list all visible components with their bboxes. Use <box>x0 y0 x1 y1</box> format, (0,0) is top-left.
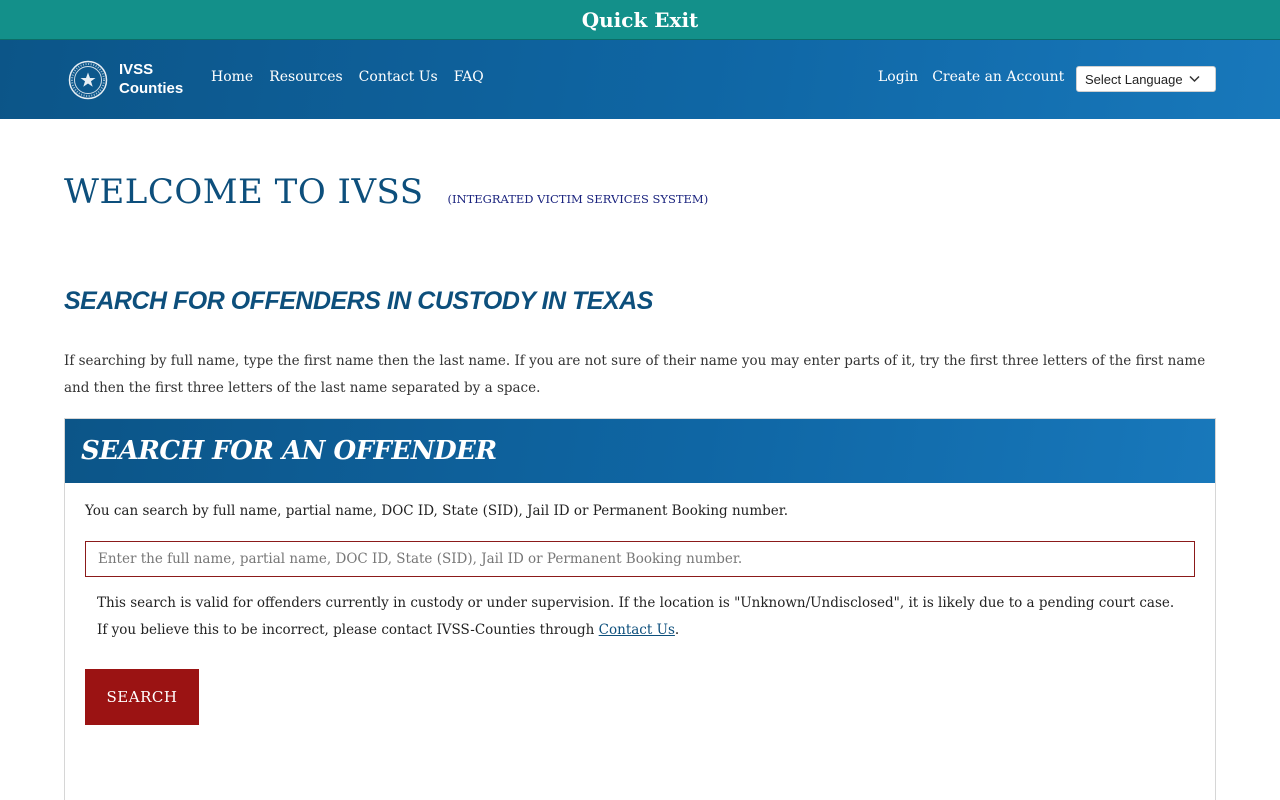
welcome-heading: WELCOME TO IVSS (INTEGRATED VICTIM SERVI… <box>64 172 708 212</box>
section-title: SEARCH FOR OFFENDERS IN CUSTODY IN TEXAS <box>64 287 653 315</box>
brand-line-1: IVSS <box>119 61 154 78</box>
search-note-end: . <box>674 622 680 638</box>
search-panel: SEARCH FOR AN OFFENDER You can search by… <box>64 418 1216 800</box>
offender-search-input[interactable] <box>85 541 1195 577</box>
account-nav: Login Create an Account <box>878 69 1064 85</box>
search-button[interactable]: SEARCH <box>85 669 199 725</box>
contact-us-link[interactable]: Contact Us <box>599 622 675 638</box>
nav-home[interactable]: Home <box>211 69 253 85</box>
nav-resources[interactable]: Resources <box>269 69 342 85</box>
nav-contact-us[interactable]: Contact Us <box>359 69 438 85</box>
search-description: You can search by full name, partial nam… <box>85 503 789 519</box>
nav-faq[interactable]: FAQ <box>454 69 484 85</box>
texas-seal-icon[interactable] <box>68 60 108 100</box>
main-nav: Home Resources Contact Us FAQ <box>211 69 484 85</box>
page-title: WELCOME TO IVSS <box>64 172 424 212</box>
login-link[interactable]: Login <box>878 69 918 85</box>
brand-line-2: Counties <box>119 80 184 97</box>
language-select-label: Select Language <box>1085 71 1183 87</box>
search-panel-header: SEARCH FOR AN OFFENDER <box>65 419 1215 483</box>
language-select[interactable]: Select Language <box>1076 66 1216 92</box>
site-header: IVSS Counties Home Resources Contact Us … <box>0 40 1280 119</box>
page-subtitle: (INTEGRATED VICTIM SERVICES SYSTEM) <box>447 192 709 206</box>
search-note: This search is valid for offenders curre… <box>97 590 1187 644</box>
search-instructions: If searching by full name, type the firs… <box>64 353 1206 396</box>
search-panel-title: SEARCH FOR AN OFFENDER <box>81 436 497 466</box>
create-account-link[interactable]: Create an Account <box>932 69 1064 85</box>
brand-name[interactable]: IVSS Counties <box>119 60 183 98</box>
chevron-down-icon <box>1189 75 1200 83</box>
quick-exit-button[interactable]: Quick Exit <box>0 0 1280 40</box>
